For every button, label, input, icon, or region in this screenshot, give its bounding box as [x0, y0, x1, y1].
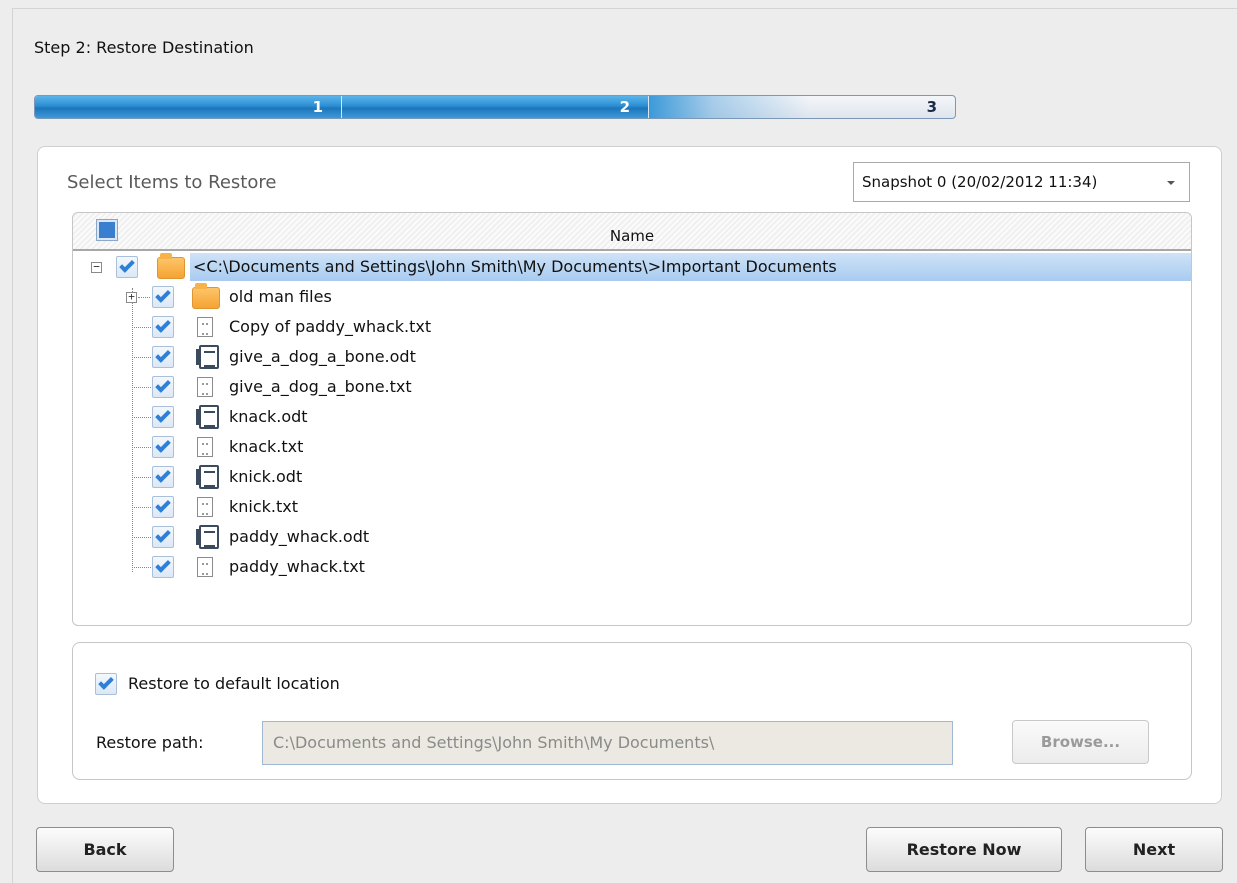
- file-tree[interactable]: Name − <C:\Documents and Settings\John S…: [72, 212, 1192, 626]
- chevron-down-icon[interactable]: [1167, 181, 1175, 185]
- tree-checkbox[interactable]: [152, 436, 174, 458]
- tree-item-label: give_a_dog_a_bone.odt: [229, 347, 416, 366]
- tree-checkbox[interactable]: [152, 466, 174, 488]
- tree-item-label: give_a_dog_a_bone.txt: [229, 377, 412, 396]
- tree-row[interactable]: give_a_dog_a_bone.txt: [73, 373, 1191, 401]
- text-file-icon: [197, 497, 213, 517]
- tree-connector: [132, 477, 151, 478]
- select-items-title: Select Items to Restore: [67, 172, 277, 193]
- check-icon: [155, 287, 171, 303]
- column-header-name[interactable]: Name: [73, 227, 1191, 245]
- tree-checkbox[interactable]: [152, 496, 174, 518]
- tree-connector: [132, 567, 151, 568]
- progress-step-2: 2: [342, 96, 649, 118]
- tree-item-label: knack.odt: [229, 407, 308, 426]
- tree-connector: [138, 297, 150, 298]
- collapse-icon[interactable]: −: [91, 261, 102, 273]
- restore-path-label: Restore path:: [96, 733, 204, 752]
- check-icon: [155, 437, 171, 453]
- tree-row[interactable]: knick.odt: [73, 463, 1191, 491]
- document-file-icon: [196, 465, 219, 489]
- snapshot-dropdown[interactable]: Snapshot 0 (20/02/2012 11:34): [853, 162, 1190, 202]
- step-title: Step 2: Restore Destination: [34, 38, 254, 57]
- tree-item-label: knack.txt: [229, 437, 304, 456]
- restore-now-button[interactable]: Restore Now: [866, 827, 1062, 872]
- text-file-icon: [197, 437, 213, 457]
- tree-row-root[interactable]: − <C:\Documents and Settings\John Smith\…: [73, 253, 1191, 281]
- tree-item-label: <C:\Documents and Settings\John Smith\My…: [193, 257, 837, 276]
- tree-row[interactable]: knack.txt: [73, 433, 1191, 461]
- check-icon: [155, 467, 171, 483]
- tree-item-label: old man files: [229, 287, 332, 306]
- document-file-icon: [196, 405, 219, 429]
- text-file-icon: [197, 557, 213, 577]
- tree-checkbox[interactable]: [152, 316, 174, 338]
- browse-button[interactable]: Browse...: [1012, 720, 1149, 764]
- tree-item-label: paddy_whack.odt: [229, 527, 370, 546]
- tree-item-label: knick.odt: [229, 467, 303, 486]
- tree-row[interactable]: paddy_whack.txt: [73, 553, 1191, 581]
- back-button[interactable]: Back: [36, 827, 174, 872]
- tree-row[interactable]: Copy of paddy_whack.txt: [73, 313, 1191, 341]
- check-icon: [119, 257, 135, 273]
- tree-checkbox[interactable]: [116, 256, 138, 278]
- tree-connector: [132, 387, 151, 388]
- tree-checkbox[interactable]: [152, 556, 174, 578]
- check-icon: [155, 407, 171, 423]
- check-icon: [155, 527, 171, 543]
- tree-connector: [132, 417, 151, 418]
- tree-item-label: knick.txt: [229, 497, 299, 516]
- restore-default-checkbox[interactable]: [95, 673, 117, 695]
- tree-row[interactable]: give_a_dog_a_bone.odt: [73, 343, 1191, 371]
- tree-row[interactable]: knick.txt: [73, 493, 1191, 521]
- tree-checkbox[interactable]: [152, 286, 174, 308]
- folder-icon: [192, 283, 220, 309]
- tree-row[interactable]: knack.odt: [73, 403, 1191, 431]
- check-icon: [155, 317, 171, 333]
- check-icon: [155, 557, 171, 573]
- tree-connector: [132, 327, 151, 328]
- check-icon: [155, 347, 171, 363]
- folder-icon: [157, 253, 185, 279]
- tree-item-label: paddy_whack.txt: [229, 557, 365, 576]
- progress-step-1: 1: [35, 96, 342, 118]
- check-icon: [155, 497, 171, 513]
- tree-checkbox[interactable]: [152, 346, 174, 368]
- tree-checkbox[interactable]: [152, 526, 174, 548]
- snapshot-dropdown-value: Snapshot 0 (20/02/2012 11:34): [862, 173, 1098, 191]
- next-button[interactable]: Next: [1085, 827, 1223, 872]
- tree-connector: [132, 507, 151, 508]
- tree-checkbox[interactable]: [152, 376, 174, 398]
- restore-path-input[interactable]: C:\Documents and Settings\John Smith\My …: [262, 721, 953, 765]
- tree-connector: [132, 537, 151, 538]
- tree-row[interactable]: + old man files: [73, 283, 1191, 311]
- text-file-icon: [197, 317, 213, 337]
- wizard-progress-bar: 1 2 3: [34, 95, 956, 119]
- check-icon: [98, 674, 114, 690]
- tree-connector: [132, 447, 151, 448]
- document-file-icon: [196, 525, 219, 549]
- progress-step-3: 3: [926, 98, 937, 116]
- restore-default-label[interactable]: Restore to default location: [128, 672, 340, 696]
- text-file-icon: [197, 377, 213, 397]
- document-file-icon: [196, 345, 219, 369]
- check-icon: [155, 377, 171, 393]
- tree-item-label: Copy of paddy_whack.txt: [229, 317, 432, 336]
- expand-icon[interactable]: +: [126, 291, 137, 303]
- tree-checkbox[interactable]: [152, 406, 174, 428]
- tree-header: Name: [73, 213, 1191, 251]
- tree-row[interactable]: paddy_whack.odt: [73, 523, 1191, 551]
- tree-connector: [132, 357, 151, 358]
